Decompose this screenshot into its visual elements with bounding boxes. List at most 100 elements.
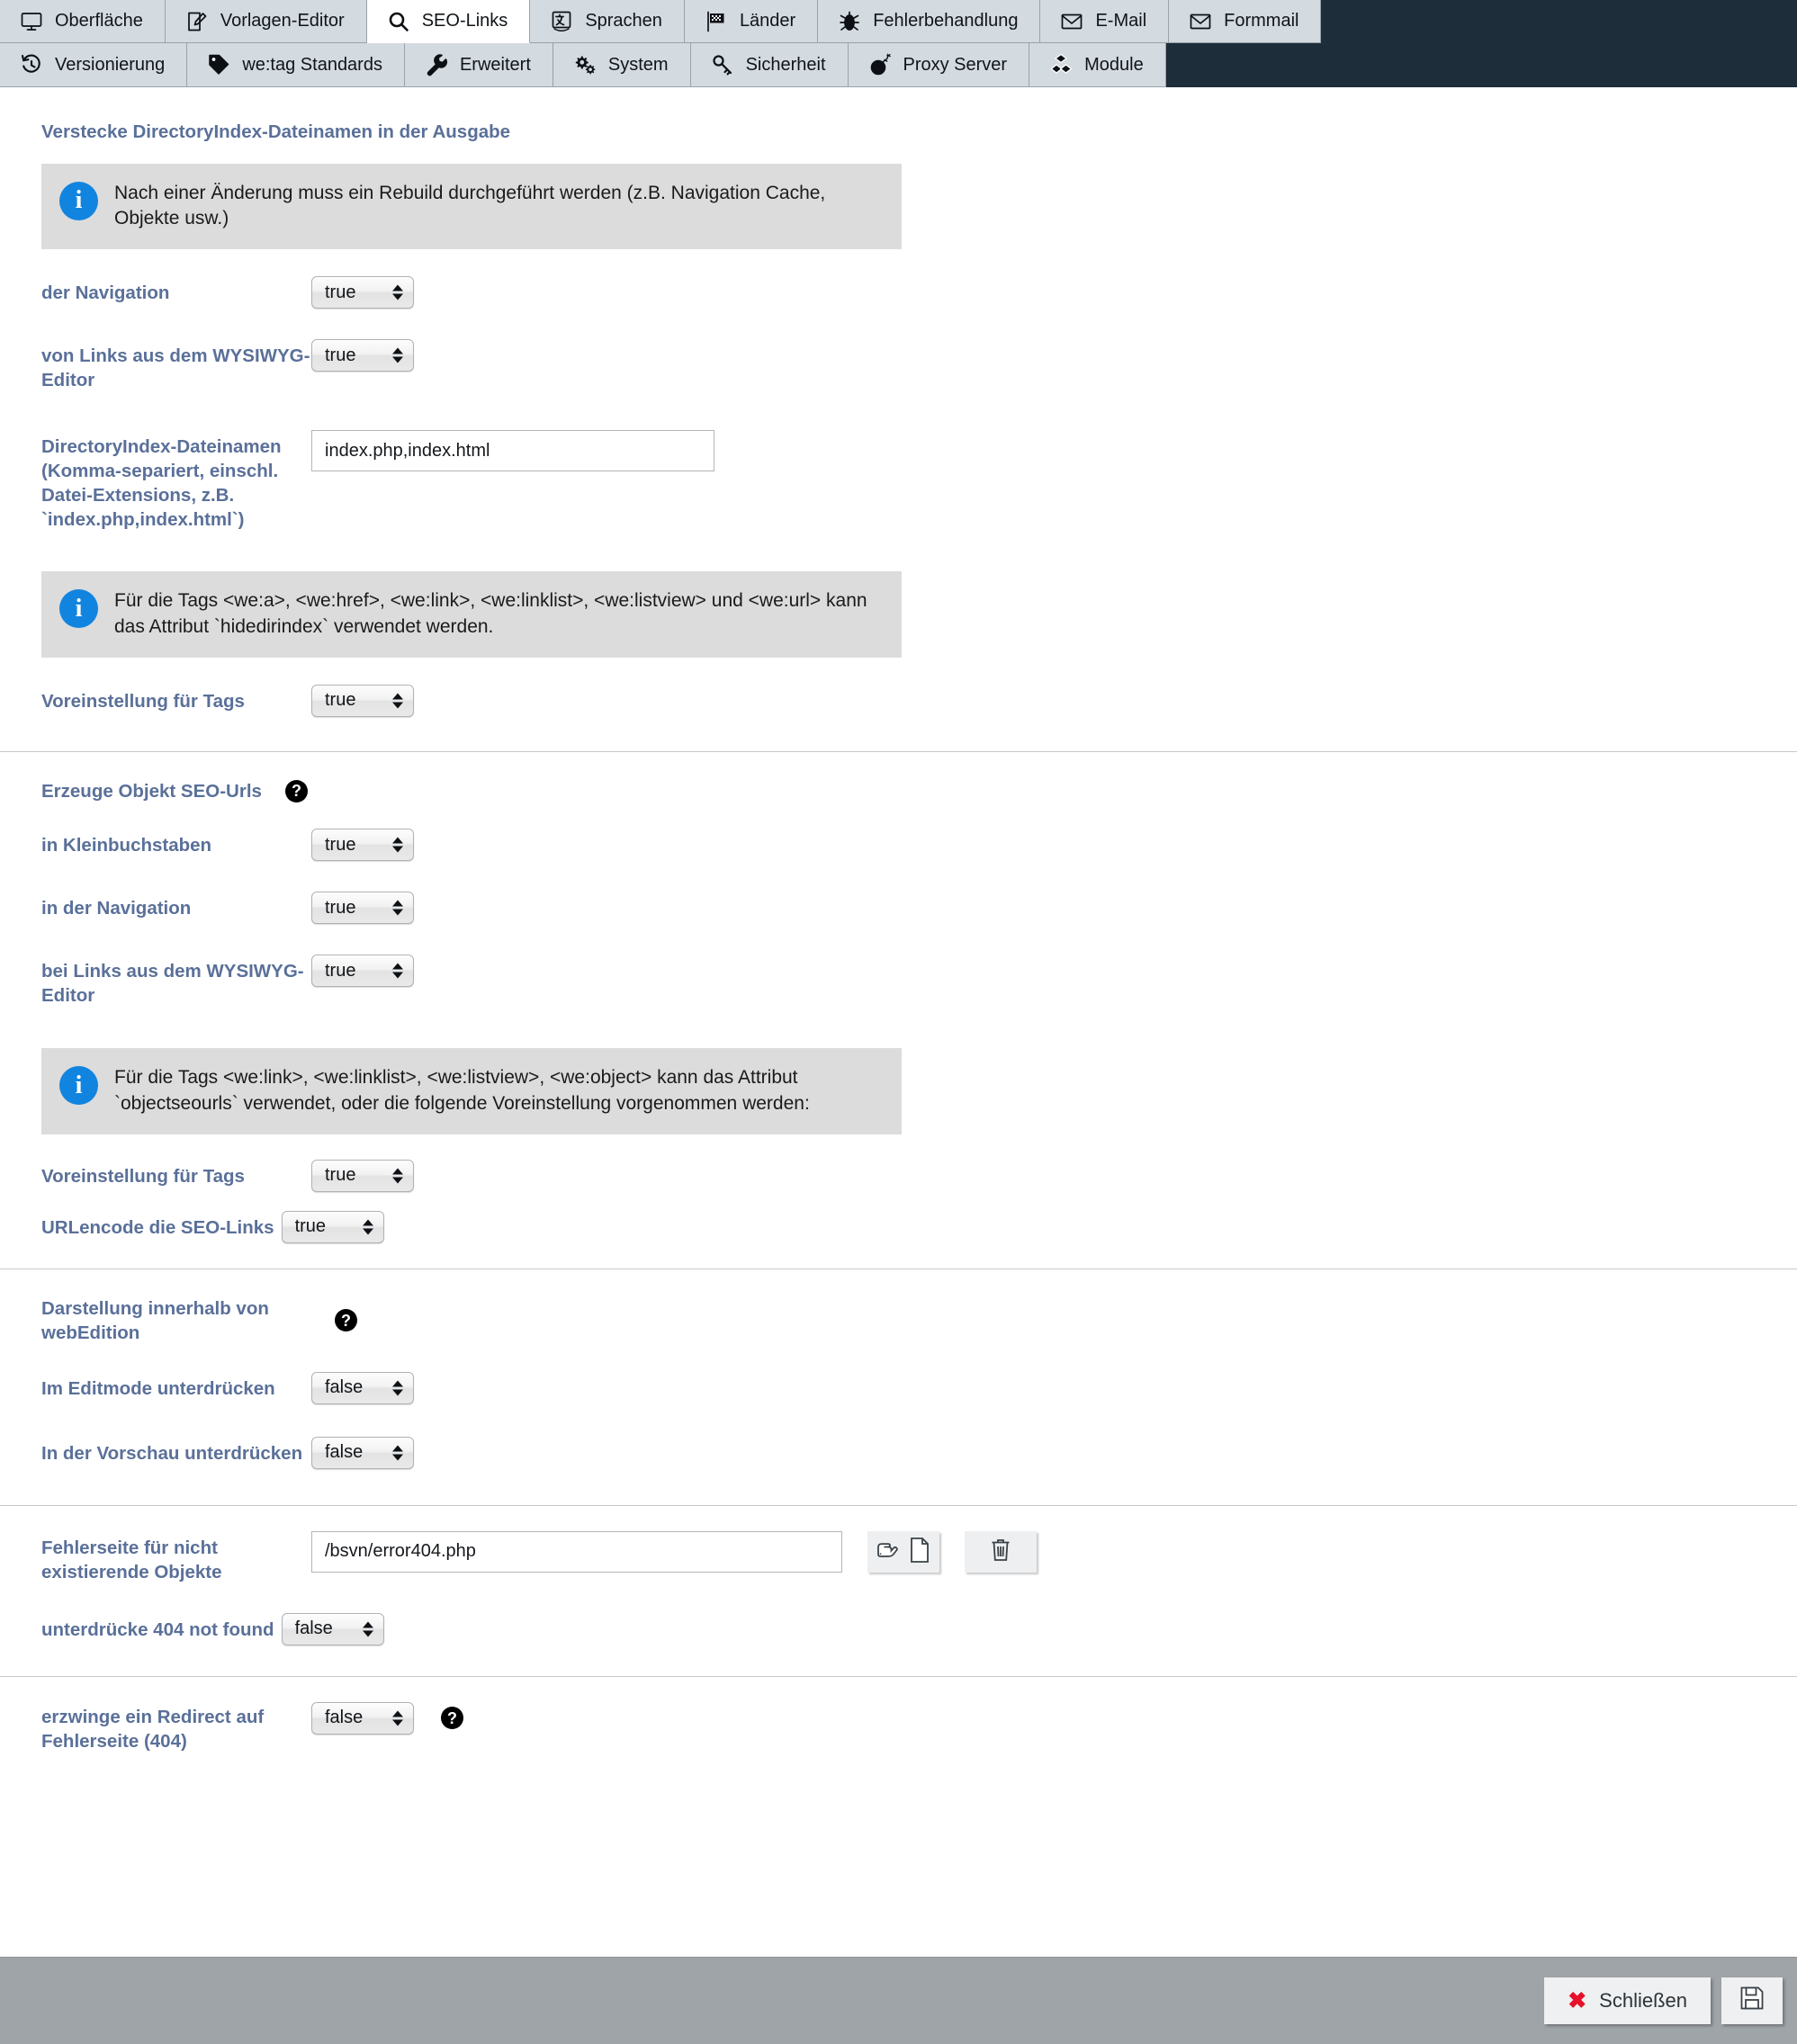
stepper-arrows-icon <box>392 963 403 979</box>
tab-label: Proxy Server <box>903 54 1008 75</box>
tab-sprachen[interactable]: Sprachen <box>530 0 685 43</box>
tab-system[interactable]: System <box>553 43 691 87</box>
select-hide-wysiwyg-links[interactable]: true <box>311 339 414 372</box>
tab-label: Formmail <box>1224 11 1299 31</box>
tab-oberfl-che[interactable]: Oberfläche <box>0 0 166 43</box>
info-icon: i <box>59 1066 98 1106</box>
delete-error-page-button[interactable] <box>965 1530 1037 1573</box>
directoryindex-filenames-input[interactable] <box>311 430 714 472</box>
select-suppress-preview[interactable]: false <box>311 1436 414 1469</box>
stepper-arrows-icon <box>392 284 403 300</box>
help-icon-force-redirect-404[interactable]: ? <box>441 1707 463 1730</box>
section-header-object-seo-urls: Erzeuge Objekt SEO-Urls ? <box>0 779 1797 803</box>
stepper-arrows-icon <box>392 1380 403 1396</box>
select-value: true <box>325 690 356 711</box>
tab-label: Versionierung <box>55 54 166 75</box>
error-page-input[interactable] <box>311 1530 842 1573</box>
stepper-arrows-icon <box>362 1219 373 1235</box>
tab-row-1: Oberfläche Vorlagen-Editor SEO-Links Sprach… <box>0 0 1797 43</box>
tab-sicherheit[interactable]: Sicherheit <box>690 43 849 87</box>
select-suppress-editmode[interactable]: false <box>311 1371 414 1404</box>
section-divider <box>0 750 1797 752</box>
row-lowercase: in Kleinbuchstaben true <box>0 829 1797 865</box>
stepper-arrows-icon <box>392 900 403 916</box>
stepper-arrows-icon <box>392 1168 403 1184</box>
select-tag-default-hidedirindex[interactable]: true <box>311 684 414 717</box>
info-icon: i <box>59 589 98 629</box>
tab-bar-filler <box>1165 43 1797 87</box>
envelope-icon <box>1189 10 1212 33</box>
select-value: false <box>325 1708 364 1728</box>
select-force-redirect-404[interactable]: false <box>311 1701 414 1735</box>
section-title-hide-directoryindex: Verstecke DirectoryIndex-Dateinamen in d… <box>41 121 511 142</box>
info-box-rebuild: i Nach einer Änderung muss ein Rebuild d… <box>41 163 902 250</box>
flag-icon <box>705 10 728 33</box>
row-hide-navigation: der Navigation true <box>0 276 1797 312</box>
tab-bar: Oberfläche Vorlagen-Editor SEO-Links Sprach… <box>0 0 1797 87</box>
select-object-seo-wysiwyg[interactable]: true <box>311 955 414 988</box>
help-icon-object-seo-urls[interactable]: ? <box>284 779 308 802</box>
close-x-icon: ✖ <box>1568 1987 1587 2013</box>
row-suppress-preview: In der Vorschau unterdrücken false <box>0 1436 1797 1473</box>
tab-versionierung[interactable]: Versionierung <box>0 43 188 87</box>
row-label: von Links aus dem WYSIWYG-Editor <box>41 345 310 391</box>
select-urlencode-seo-links[interactable]: true <box>281 1210 384 1243</box>
tab-bar-filler <box>1321 0 1797 43</box>
tab-we-tag-standards[interactable]: we:tag Standards <box>187 43 405 87</box>
tab-formmail[interactable]: Formmail <box>1169 0 1322 43</box>
edit-document-icon <box>185 10 209 33</box>
select-document-button[interactable] <box>867 1530 939 1573</box>
tab-label: Fehlerbehandlung <box>873 11 1019 31</box>
info-text: Nach einer Änderung muss ein Rebuild dur… <box>114 182 826 229</box>
tab-proxy-server[interactable]: Proxy Server <box>848 43 1030 87</box>
tag-icon <box>207 53 230 76</box>
select-value: true <box>325 960 356 981</box>
select-value: true <box>325 834 356 855</box>
select-value: false <box>294 1618 333 1639</box>
tab-vorlagen-editor[interactable]: Vorlagen-Editor <box>165 0 367 43</box>
help-icon-display-in-webedition[interactable]: ? <box>335 1309 357 1332</box>
tab-label: E-Mail <box>1095 11 1147 31</box>
select-tag-default-objectseourls[interactable]: true <box>311 1159 414 1192</box>
section-title-display-in-webedition: Darstellung innerhalb von webEdition <box>41 1297 269 1343</box>
tab-label: we:tag Standards <box>242 54 382 75</box>
blocks-icon <box>1049 53 1073 76</box>
tab-label: Sicherheit <box>745 54 826 75</box>
stepper-arrows-icon <box>392 1445 403 1461</box>
tab-fehlerbehandlung[interactable]: Fehlerbehandlung <box>818 0 1041 43</box>
row-label: DirectoryIndex-Dateinamen (Komma-separie… <box>41 436 282 531</box>
row-label: der Navigation <box>41 282 170 304</box>
tab-e-mail[interactable]: E-Mail <box>1040 0 1170 43</box>
select-value: true <box>325 897 356 918</box>
row-label: bei Links aus dem WYSIWYG-Editor <box>41 961 304 1007</box>
close-button[interactable]: ✖ Schließen <box>1544 1977 1711 2024</box>
tab-module[interactable]: Module <box>1029 43 1166 87</box>
select-hide-navigation[interactable]: true <box>311 276 414 309</box>
history-icon <box>20 53 43 76</box>
row-label: In der Vorschau unterdrücken <box>41 1442 303 1464</box>
row-label: unterdrücke 404 not found <box>41 1618 274 1640</box>
row-label: URLencode die SEO-Links <box>41 1216 274 1238</box>
select-suppress-404[interactable]: false <box>281 1612 384 1645</box>
stepper-arrows-icon <box>362 1621 373 1637</box>
tab-l-nder[interactable]: Länder <box>684 0 819 43</box>
select-object-seo-navigation[interactable]: true <box>311 892 414 925</box>
monitor-icon <box>20 10 43 33</box>
select-value: true <box>325 282 356 302</box>
section-divider <box>0 1675 1797 1677</box>
info-text: Für die Tags <we:a>, <we:href>, <we:link… <box>114 590 867 638</box>
select-value: true <box>294 1216 327 1237</box>
info-icon: i <box>59 181 98 220</box>
gears-icon <box>573 53 597 76</box>
tab-seo-links[interactable]: SEO-Links <box>366 0 531 43</box>
pointing-hand-icon <box>876 1538 903 1564</box>
tab-erweitert[interactable]: Erweitert <box>404 43 553 87</box>
section-title-object-seo-urls: Erzeuge Objekt SEO-Urls <box>41 780 262 802</box>
tab-label: Sprachen <box>585 11 662 31</box>
save-button[interactable] <box>1721 1977 1783 2024</box>
row-label: in Kleinbuchstaben <box>41 835 212 856</box>
tab-label: Erweitert <box>459 54 531 75</box>
bomb-icon <box>868 53 892 76</box>
select-lowercase[interactable]: true <box>311 829 414 862</box>
stepper-arrows-icon <box>392 347 403 363</box>
